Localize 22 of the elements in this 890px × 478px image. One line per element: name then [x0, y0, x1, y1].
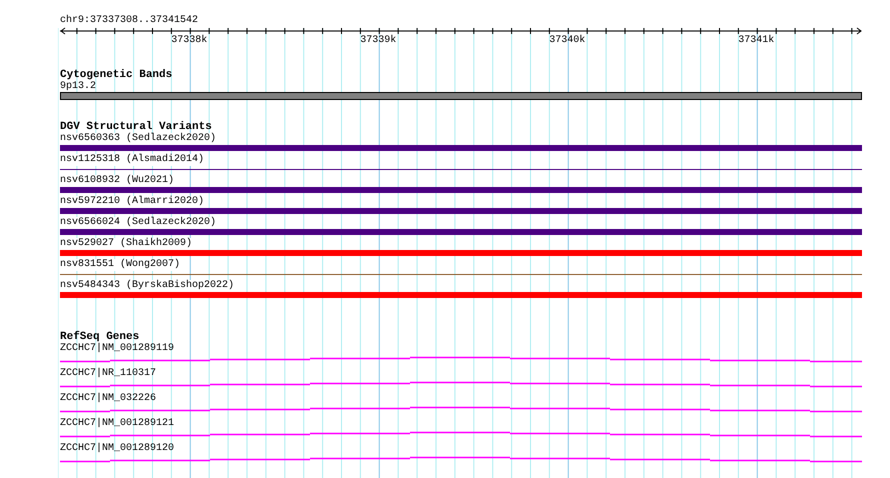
variant-label: nsv831551 (Wong2007) [60, 259, 180, 271]
ruler-label: 37341k [738, 35, 774, 47]
variant-label: nsv6108932 (Wu2021) [60, 175, 174, 187]
band-label: 9p13.2 [60, 81, 96, 92]
track-title: RefSeq Genes [60, 331, 140, 343]
track-title: Cytogenetic Bands [60, 69, 172, 81]
gene-label: ZCCHC7|NR_110317 [60, 368, 156, 380]
track-title: DGV Structural Variants [60, 121, 212, 133]
gene-label: ZCCHC7|NM_001289120 [60, 443, 174, 455]
ruler-title: chr9:37337308..37341542 [60, 15, 200, 26]
variant-label: nsv5484343 (ByrskaBishop2022) [60, 280, 234, 292]
variant-label: nsv529027 (Shaikh2009) [60, 238, 192, 250]
ruler-label: 37340k [549, 35, 586, 47]
variant-label: nsv6560363 (Sedlazeck2020) [60, 133, 216, 145]
variant-label: nsv1125318 (Alsmadi2014) [60, 154, 204, 166]
gene-label: ZCCHC7|NM_032226 [60, 393, 156, 405]
gene-label: ZCCHC7|NM_001289121 [60, 418, 174, 430]
gene-label: ZCCHC7|NM_001289119 [60, 343, 174, 355]
ruler-label: 37338k [171, 35, 208, 47]
ruler-label: 37339k [360, 35, 396, 47]
variant-label: nsv6566024 (Sedlazeck2020) [60, 217, 216, 229]
variant-label: nsv5972210 (Almarri2020) [60, 196, 204, 208]
